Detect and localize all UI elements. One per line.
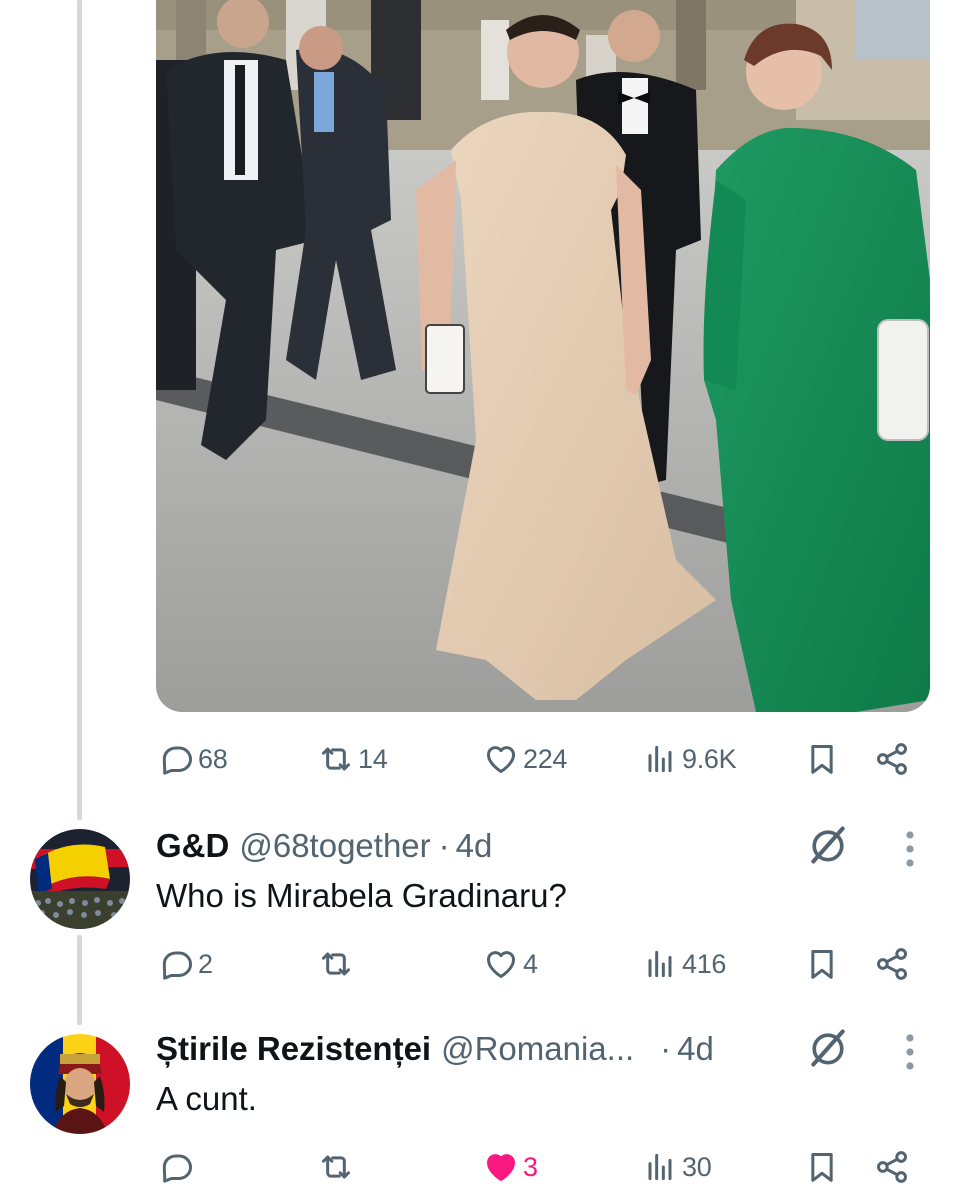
reply-count: 68 [198, 743, 228, 774]
timestamp[interactable]: 4d [456, 827, 493, 865]
reply-icon [162, 746, 192, 775]
share-icon [877, 1151, 907, 1183]
share-button[interactable] [872, 940, 912, 988]
thread-line-top [77, 0, 82, 820]
views-icon [648, 1153, 672, 1181]
reply-item[interactable]: G&D @68together · 4d Who is Mirabela Gra… [0, 825, 960, 1025]
like-button[interactable]: 224 [481, 735, 567, 783]
repost-icon [322, 952, 350, 976]
repost-icon [322, 1155, 350, 1179]
bookmark-button[interactable] [802, 940, 842, 988]
views-button[interactable]: 30 [640, 1143, 712, 1191]
views-count: 416 [682, 948, 727, 979]
main-post-actions: 68 14 224 9.6K [156, 735, 916, 783]
share-button[interactable] [872, 735, 912, 783]
heart-icon [487, 951, 515, 978]
like-count: 3 [523, 1151, 538, 1182]
repost-button[interactable]: 14 [316, 735, 388, 783]
post-photo[interactable] [156, 0, 930, 712]
reply-count: 2 [198, 948, 213, 979]
reply-button[interactable] [156, 1143, 198, 1191]
share-icon [877, 948, 907, 980]
like-button[interactable]: 3 [481, 1143, 538, 1191]
separator: · [660, 1030, 672, 1067]
bookmark-icon [811, 745, 833, 774]
repost-icon [322, 747, 350, 771]
crowd-flag-avatar-icon [30, 829, 130, 929]
bookmark-icon [811, 1153, 833, 1182]
avatar[interactable] [30, 829, 130, 929]
bookmark-icon [811, 950, 833, 979]
reply-button[interactable]: 2 [156, 940, 213, 988]
more-options-icon[interactable] [900, 829, 920, 869]
like-count: 224 [523, 743, 568, 774]
views-count: 30 [682, 1151, 712, 1182]
views-button[interactable]: 416 [640, 940, 726, 988]
repost-button[interactable] [316, 940, 358, 988]
share-icon [877, 743, 907, 775]
reply-icon [162, 951, 192, 980]
like-count: 4 [523, 948, 538, 979]
reply-icon [162, 1154, 192, 1183]
display-name[interactable]: G&D [156, 827, 229, 865]
romanian-flag-portrait-avatar-icon [30, 1034, 130, 1134]
avatar[interactable] [30, 1034, 130, 1134]
repost-button[interactable] [316, 1143, 358, 1191]
reply-text: Who is Mirabela Gradinaru? [156, 877, 567, 914]
reply-actions: 2 4 416 [156, 940, 916, 988]
grok-icon[interactable] [806, 823, 850, 867]
separator: · [438, 827, 450, 864]
more-options-icon[interactable] [900, 1032, 920, 1072]
views-icon [648, 950, 672, 978]
heart-filled-icon [487, 1154, 515, 1181]
reply-actions: 3 30 [156, 1143, 916, 1191]
user-handle[interactable]: @68together [239, 827, 430, 865]
display-name[interactable]: Știrile Rezistenței [156, 1030, 431, 1068]
views-count: 9.6K [682, 743, 737, 774]
views-button[interactable]: 9.6K [640, 735, 737, 783]
reply-header: Știrile Rezistenței @Romania... · 4d [156, 1030, 714, 1070]
repost-count: 14 [358, 743, 388, 774]
views-icon [648, 745, 672, 773]
reply-text: A cunt. [156, 1080, 257, 1117]
bookmark-button[interactable] [802, 735, 842, 783]
bookmark-button[interactable] [802, 1143, 842, 1191]
timestamp[interactable]: 4d [677, 1030, 714, 1068]
like-button[interactable]: 4 [481, 940, 538, 988]
grok-icon[interactable] [806, 1026, 850, 1070]
heart-icon [487, 746, 515, 773]
reply-header: G&D @68together · 4d [156, 827, 492, 867]
reply-button[interactable]: 68 [156, 735, 228, 783]
share-button[interactable] [872, 1143, 912, 1191]
reply-item[interactable]: Știrile Rezistenței @Romania... · 4d A c… [0, 1029, 960, 1200]
user-handle[interactable]: @Romania... [441, 1030, 634, 1068]
